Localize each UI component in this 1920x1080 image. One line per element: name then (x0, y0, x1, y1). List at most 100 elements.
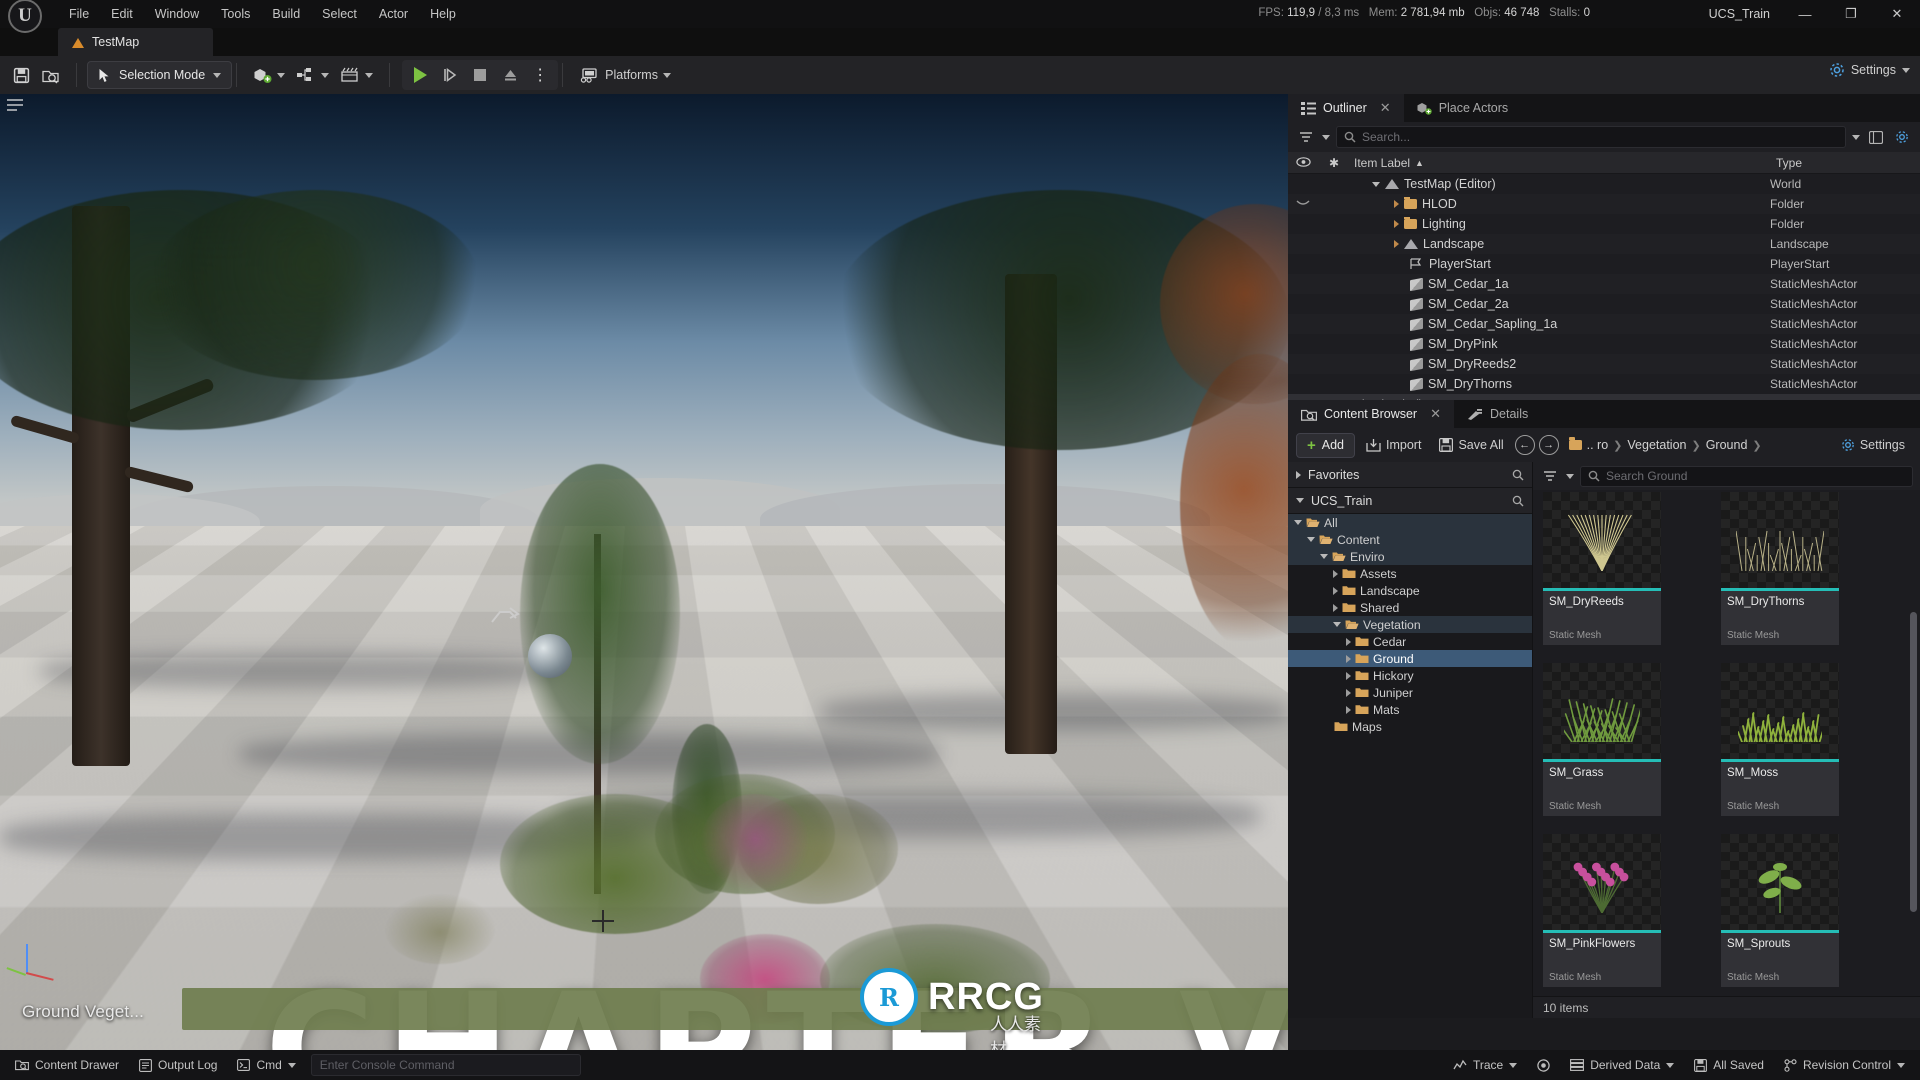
outliner-row[interactable]: SM_DryThorns StaticMeshActor (1288, 374, 1920, 394)
outliner-row[interactable]: TestMap (Editor) World (1288, 174, 1920, 194)
chevron-down-icon[interactable] (1320, 554, 1328, 559)
chevron-right-icon[interactable] (1394, 240, 1399, 248)
maximize-button[interactable]: ❐ (1828, 0, 1874, 28)
outliner-settings-icon[interactable] (1892, 127, 1912, 147)
asset-card[interactable]: SM_PinkFlowers Static Mesh (1543, 834, 1661, 987)
menu-select[interactable]: Select (311, 3, 368, 25)
item-label-column[interactable]: Item Label ▲ (1350, 156, 1770, 170)
asset-thumbnail[interactable] (1721, 492, 1839, 588)
menu-tools[interactable]: Tools (210, 3, 261, 25)
chevron-down-icon[interactable] (1307, 537, 1315, 542)
source-tree-item-maps[interactable]: Maps (1288, 718, 1532, 735)
outliner-row[interactable]: SM_DryPink StaticMeshActor (1288, 334, 1920, 354)
viewport-menu-button[interactable] (6, 98, 24, 115)
asset-search-input[interactable]: Search Ground (1580, 465, 1913, 487)
chevron-right-icon[interactable] (1346, 654, 1351, 663)
breadcrumb-1[interactable]: Vegetation (1627, 438, 1686, 452)
menu-help[interactable]: Help (419, 3, 467, 25)
cinematics-button[interactable] (335, 61, 379, 89)
source-tree-item-content[interactable]: Content (1288, 531, 1532, 548)
source-tree-item-enviro[interactable]: Enviro (1288, 548, 1532, 565)
asset-view-scrollbar[interactable] (1910, 612, 1917, 912)
chevron-right-icon[interactable] (1394, 220, 1399, 228)
visibility-toggle-icon[interactable] (1288, 198, 1318, 210)
source-tree-item-landscape[interactable]: Landscape (1288, 582, 1532, 599)
source-tree-item-juniper[interactable]: Juniper (1288, 684, 1532, 701)
chevron-right-icon[interactable] (1346, 688, 1351, 697)
outliner-row[interactable]: Lighting Folder (1288, 214, 1920, 234)
save-all-button[interactable]: Save All (1432, 433, 1510, 458)
unreal-logo-icon[interactable]: U (8, 0, 42, 33)
chevron-right-icon[interactable] (1346, 705, 1351, 714)
type-column[interactable]: Type (1770, 156, 1920, 170)
add-actor-button[interactable] (247, 61, 291, 89)
asset-card[interactable]: SM_DryReeds Static Mesh (1543, 492, 1661, 645)
outliner-tree[interactable]: TestMap (Editor) World HLOD Folder Lighting F… (1288, 174, 1920, 394)
asset-thumbnail[interactable] (1721, 834, 1839, 930)
asset-thumbnail[interactable] (1543, 492, 1661, 588)
level-viewport[interactable]: Ground Veget... CHAPTER V (0, 94, 1288, 1050)
chevron-down-icon[interactable] (1372, 181, 1380, 187)
selection-mode-dropdown[interactable]: Selection Mode (87, 61, 233, 89)
chevron-down-icon[interactable] (1566, 473, 1574, 479)
derived-data-dropdown[interactable]: Derived Data (1561, 1053, 1683, 1077)
menu-file[interactable]: File (58, 3, 100, 25)
outliner-row[interactable]: SM_Cedar_2a StaticMeshActor (1288, 294, 1920, 314)
source-tree-item-hickory[interactable]: Hickory (1288, 667, 1532, 684)
chevron-down-icon[interactable] (1294, 520, 1302, 525)
asset-card[interactable]: SM_DryThorns Static Mesh (1721, 492, 1839, 645)
chevron-down-icon[interactable] (1333, 622, 1341, 627)
toolbar-settings-dropdown[interactable]: Settings (1829, 62, 1910, 78)
skip-button[interactable] (436, 62, 464, 88)
close-button[interactable]: ✕ (1874, 0, 1920, 28)
breadcrumb-2[interactable]: Ground (1706, 438, 1748, 452)
chevron-right-icon[interactable] (1333, 586, 1338, 595)
outliner-row[interactable]: SM_Cedar_Sapling_1a StaticMeshActor (1288, 314, 1920, 334)
outliner-row[interactable]: SM_DryReeds2 StaticMeshActor (1288, 354, 1920, 374)
tab-place-actors[interactable]: Place Actors (1403, 94, 1522, 122)
asset-card[interactable]: SM_Moss Static Mesh (1721, 663, 1839, 816)
actor-gizmo-icon[interactable] (488, 604, 522, 632)
chevron-down-icon[interactable] (1322, 134, 1330, 140)
source-folder-tree[interactable]: All Content Enviro Assets Landscape Shared Veg… (1288, 514, 1532, 735)
source-tree-item-vegetation[interactable]: Vegetation (1288, 616, 1532, 633)
content-drawer-button[interactable]: Content Drawer (6, 1053, 128, 1077)
trace-dropdown[interactable]: Trace (1444, 1053, 1526, 1077)
asset-card[interactable]: SM_Sprouts Static Mesh (1721, 834, 1839, 987)
menu-actor[interactable]: Actor (368, 3, 419, 25)
play-more-button[interactable]: ⋮ (526, 62, 554, 88)
tab-outliner[interactable]: Outliner ✕ (1288, 94, 1404, 122)
minimize-button[interactable]: — (1782, 0, 1828, 28)
close-icon[interactable]: ✕ (1380, 100, 1391, 116)
source-tree-item-all[interactable]: All (1288, 514, 1532, 531)
outliner-search-input[interactable]: Search... (1336, 126, 1846, 148)
menu-edit[interactable]: Edit (100, 3, 144, 25)
level-tab-testmap[interactable]: TestMap (58, 28, 213, 56)
asset-filter-icon[interactable] (1540, 466, 1560, 486)
filter-icon[interactable] (1296, 127, 1316, 147)
trace-record-button[interactable] (1528, 1053, 1559, 1077)
source-tree-item-mats[interactable]: Mats (1288, 701, 1532, 718)
close-icon[interactable]: ✕ (1430, 406, 1441, 422)
add-content-button[interactable]: + Add (1296, 432, 1356, 458)
visibility-column-icon[interactable] (1288, 156, 1318, 170)
outliner-row[interactable]: SM_Cedar_1a StaticMeshActor (1288, 274, 1920, 294)
eject-button[interactable] (496, 62, 524, 88)
breadcrumb-0[interactable]: .. ro (1587, 438, 1609, 452)
tab-content-browser[interactable]: Content Browser ✕ (1288, 400, 1455, 428)
asset-thumbnail[interactable] (1543, 834, 1661, 930)
revision-control-dropdown[interactable]: Revision Control (1775, 1053, 1914, 1077)
chevron-right-icon[interactable] (1333, 603, 1338, 612)
asset-thumbnail[interactable] (1721, 663, 1839, 759)
reflection-sphere[interactable] (528, 634, 572, 678)
chevron-right-icon[interactable] (1333, 569, 1338, 578)
chevron-right-icon[interactable] (1346, 671, 1351, 680)
play-button[interactable] (406, 62, 434, 88)
outliner-row[interactable]: PlayerStart PlayerStart (1288, 254, 1920, 274)
navigate-forward-button[interactable]: → (1538, 435, 1559, 455)
source-tree-item-shared[interactable]: Shared (1288, 599, 1532, 616)
blueprints-button[interactable] (291, 61, 335, 89)
outliner-options-icon[interactable] (1866, 127, 1886, 147)
platforms-dropdown[interactable]: Platforms (573, 61, 677, 89)
chevron-down-icon-2[interactable] (1852, 134, 1860, 140)
